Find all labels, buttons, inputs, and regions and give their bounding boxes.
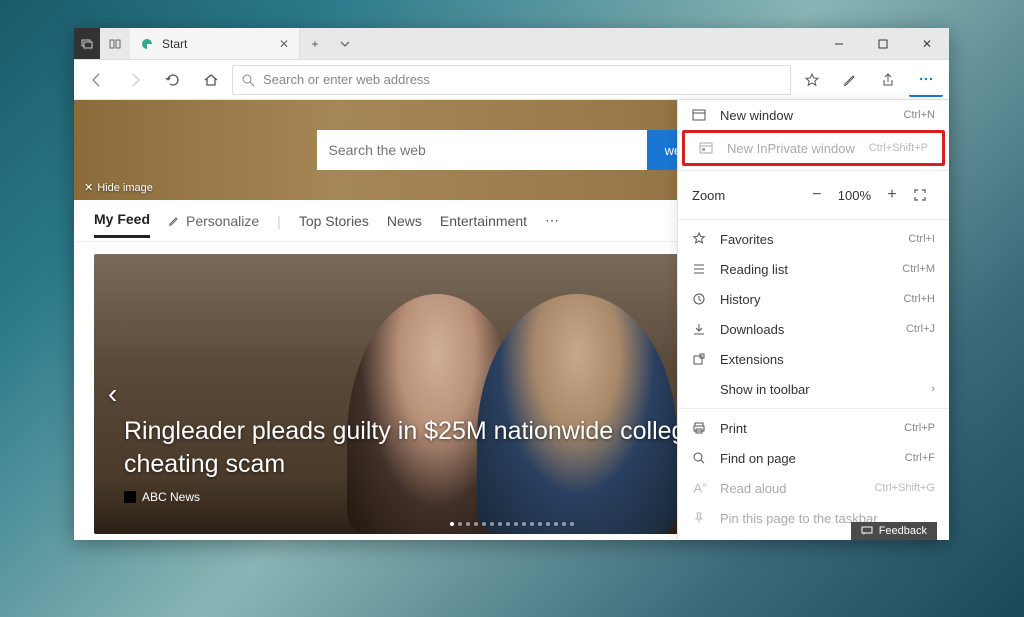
carousel-prev-button[interactable]: ‹ bbox=[108, 378, 117, 410]
highlighted-menu-item: New InPrivate window Ctrl+Shift+P bbox=[682, 130, 945, 166]
title-bar: Start ✕ + ✕ bbox=[74, 28, 949, 60]
nav-top-stories[interactable]: Top Stories bbox=[299, 213, 369, 229]
forward-button[interactable] bbox=[118, 63, 152, 97]
close-tab-icon[interactable]: ✕ bbox=[279, 37, 289, 51]
download-icon bbox=[692, 322, 708, 336]
menu-read-aloud[interactable]: A» Read aloud Ctrl+Shift+G bbox=[678, 473, 949, 503]
favorite-button[interactable] bbox=[795, 63, 829, 97]
carousel-dots bbox=[450, 522, 574, 526]
fullscreen-button[interactable] bbox=[913, 188, 935, 202]
pencil-icon bbox=[168, 215, 180, 227]
menu-show-in-toolbar[interactable]: Show in toolbar › bbox=[678, 374, 949, 404]
tab-aside-button[interactable] bbox=[74, 28, 100, 59]
nav-personalize[interactable]: Personalize bbox=[168, 213, 259, 229]
source-icon bbox=[124, 491, 136, 503]
address-bar[interactable]: Search or enter web address bbox=[232, 65, 791, 95]
tab-dropdown-button[interactable] bbox=[330, 39, 360, 49]
menu-new-inprivate-window[interactable]: New InPrivate window Ctrl+Shift+P bbox=[685, 133, 942, 163]
nav-entertainment[interactable]: Entertainment bbox=[440, 213, 527, 229]
nav-news[interactable]: News bbox=[387, 213, 422, 229]
close-window-button[interactable]: ✕ bbox=[905, 28, 949, 59]
menu-new-window[interactable]: New window Ctrl+N bbox=[678, 100, 949, 130]
set-aside-tabs-button[interactable] bbox=[100, 28, 130, 59]
history-icon bbox=[692, 292, 708, 306]
maximize-button[interactable] bbox=[861, 28, 905, 59]
browser-tab[interactable]: Start ✕ bbox=[130, 28, 300, 59]
menu-history[interactable]: History Ctrl+H bbox=[678, 284, 949, 314]
more-button[interactable] bbox=[909, 63, 943, 97]
edge-icon bbox=[140, 37, 154, 51]
zoom-out-button[interactable]: − bbox=[806, 186, 828, 204]
menu-zoom: Zoom − 100% + bbox=[678, 175, 949, 215]
chat-icon bbox=[861, 526, 873, 536]
menu-downloads[interactable]: Downloads Ctrl+J bbox=[678, 314, 949, 344]
chevron-right-icon: › bbox=[931, 383, 935, 395]
read-aloud-icon: A» bbox=[692, 480, 708, 495]
menu-print[interactable]: Print Ctrl+P bbox=[678, 413, 949, 443]
reading-list-icon bbox=[692, 262, 708, 276]
hero-search-input[interactable] bbox=[317, 130, 647, 170]
new-tab-button[interactable]: + bbox=[300, 37, 330, 51]
feedback-button[interactable]: Feedback bbox=[851, 522, 937, 540]
extensions-icon bbox=[692, 352, 708, 366]
tab-title: Start bbox=[162, 37, 187, 51]
menu-find-on-page[interactable]: Find on page Ctrl+F bbox=[678, 443, 949, 473]
address-placeholder: Search or enter web address bbox=[263, 72, 430, 87]
window-controls: ✕ bbox=[817, 28, 949, 59]
print-icon bbox=[692, 421, 708, 435]
search-icon bbox=[241, 73, 255, 87]
zoom-in-button[interactable]: + bbox=[881, 186, 903, 204]
notes-button[interactable] bbox=[833, 63, 867, 97]
toolbar: Search or enter web address bbox=[74, 60, 949, 100]
hero-search: web bbox=[317, 130, 707, 170]
star-icon bbox=[692, 232, 708, 246]
minimize-button[interactable] bbox=[817, 28, 861, 59]
refresh-button[interactable] bbox=[156, 63, 190, 97]
hide-image-button[interactable]: ✕ Hide image bbox=[84, 181, 153, 194]
nav-my-feed[interactable]: My Feed bbox=[94, 211, 150, 238]
back-button[interactable] bbox=[80, 63, 114, 97]
pin-icon bbox=[692, 511, 708, 525]
zoom-level: 100% bbox=[838, 188, 871, 203]
close-icon: ✕ bbox=[84, 181, 93, 194]
home-button[interactable] bbox=[194, 63, 228, 97]
inprivate-icon bbox=[699, 142, 715, 154]
menu-extensions[interactable]: Extensions bbox=[678, 344, 949, 374]
menu-reading-list[interactable]: Reading list Ctrl+M bbox=[678, 254, 949, 284]
settings-menu: New window Ctrl+N New InPrivate window C… bbox=[677, 100, 949, 540]
menu-favorites[interactable]: Favorites Ctrl+I bbox=[678, 224, 949, 254]
nav-more[interactable]: ⋯ bbox=[545, 212, 559, 229]
search-icon bbox=[692, 451, 708, 465]
browser-window: Start ✕ + ✕ bbox=[74, 28, 949, 540]
window-icon bbox=[692, 109, 708, 121]
share-button[interactable] bbox=[871, 63, 905, 97]
